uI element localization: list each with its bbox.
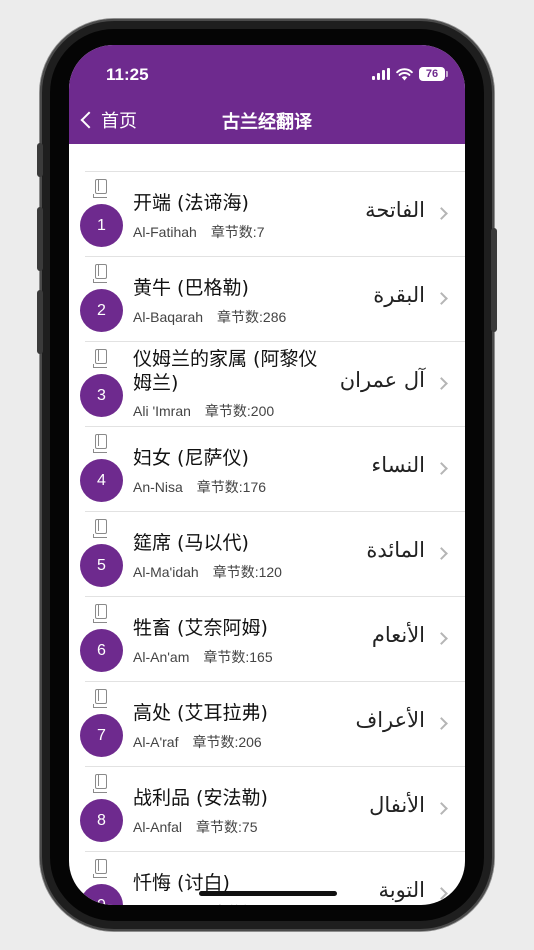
book-icon — [93, 264, 107, 283]
surah-latin-name: An-Nisa — [133, 479, 183, 495]
surah-number: 7 — [80, 714, 123, 757]
book-icon — [93, 689, 107, 708]
battery-icon: 76 — [419, 67, 448, 81]
surah-list[interactable]: 1 开端 (法谛海) Al-Fatihah 章节数:7 الفاتحة 2 黄牛 (巴格勒)… — [69, 144, 465, 905]
chevron-right-icon — [435, 207, 448, 220]
action-button — [37, 143, 43, 177]
surah-arabic-name: الأعراف — [355, 708, 425, 732]
chevron-right-icon — [435, 717, 448, 730]
surah-number: 1 — [80, 204, 123, 247]
volume-up-button — [37, 207, 43, 271]
power-button — [491, 228, 497, 332]
chevron-right-icon — [435, 462, 448, 475]
surah-subtitle: At-Tawbah 章节数:129 — [133, 902, 282, 905]
surah-number: 8 — [80, 799, 123, 842]
surah-subtitle: Al-An'am 章节数:165 — [133, 647, 273, 667]
surah-latin-name: Al-Ma'idah — [133, 564, 199, 580]
book-icon — [93, 179, 107, 198]
surah-title: 筵席 (马以代) — [133, 532, 249, 554]
surah-row[interactable]: 7 高处 (艾耳拉弗) Al-A'raf 章节数:206 الأعراف — [80, 682, 465, 767]
surah-arabic-name: الأنفال — [369, 793, 425, 817]
book-icon — [93, 774, 107, 793]
screen: 11:25 76 首页 古兰经翻译 1 开端 (法谛海) Al-Fatihah 章节数… — [69, 45, 465, 905]
surah-arabic-name: النساء — [371, 453, 425, 477]
chevron-right-icon — [435, 887, 448, 900]
surah-subtitle: Al-Fatihah 章节数:7 — [133, 222, 265, 242]
surah-row[interactable]: 8 战利品 (安法勒) Al-Anfal 章节数:75 الأنفال — [80, 767, 465, 852]
cellular-signal-icon — [372, 68, 390, 80]
surah-number: 4 — [80, 459, 123, 502]
surah-verse-count: 章节数:120 — [212, 564, 282, 580]
book-icon — [93, 519, 107, 538]
surah-row[interactable]: 1 开端 (法谛海) Al-Fatihah 章节数:7 الفاتحة — [80, 172, 465, 257]
surah-arabic-name: البقرة — [373, 283, 425, 307]
surah-latin-name: Ali 'Imran — [133, 403, 191, 419]
chevron-right-icon — [435, 292, 448, 305]
surah-verse-count: 章节数:286 — [217, 309, 287, 325]
surah-latin-name: Al-Fatihah — [133, 224, 197, 240]
surah-row[interactable]: 9忏悔 (讨白)At-Tawbah章节数:129التوبة — [80, 852, 465, 905]
nav-bar: 11:25 76 首页 古兰经翻译 — [69, 45, 465, 144]
surah-subtitle: Ali 'Imran 章节数:200 — [133, 401, 274, 421]
surah-title: 黄牛 (巴格勒) — [133, 277, 249, 299]
surah-arabic-name: الفاتحة — [365, 198, 425, 222]
surah-title: 仪姆兰的家属 (阿黎仪姆兰) — [133, 348, 318, 394]
surah-verse-count: 章节数:206 — [192, 734, 262, 750]
surah-latin-name: Al-Baqarah — [133, 309, 204, 325]
chevron-right-icon — [435, 632, 448, 645]
status-time: 11:25 — [106, 65, 149, 84]
surah-row[interactable]: 3 仪姆兰的家属 (阿黎仪姆兰) Ali 'Imran 章节数:200 آل عمران — [80, 342, 465, 427]
surah-arabic-name: آل عمران — [339, 368, 425, 392]
list-header-spacer — [85, 144, 465, 172]
surah-title: 牲畜 (艾奈阿姆) — [133, 617, 268, 639]
book-icon — [93, 859, 107, 878]
chevron-right-icon — [435, 802, 448, 815]
chevron-right-icon — [435, 547, 448, 560]
surah-latin-name: Al-An'am — [133, 649, 190, 665]
surah-latin-name: Al-A'raf — [133, 734, 179, 750]
surah-number: 5 — [80, 544, 123, 587]
surah-number: 6 — [80, 629, 123, 672]
surah-verse-count: 章节数:129 — [213, 904, 282, 905]
surah-latin-name: At-Tawbah — [133, 904, 199, 905]
chevron-right-icon — [435, 377, 448, 390]
surah-subtitle: Al-A'raf 章节数:206 — [133, 732, 262, 752]
surah-subtitle: An-Nisa 章节数:176 — [133, 477, 266, 497]
page-title: 古兰经翻译 — [222, 112, 312, 133]
surah-row[interactable]: 4 妇女 (尼萨仪) An-Nisa 章节数:176 النساء — [80, 427, 465, 512]
surah-row[interactable]: 6 牲畜 (艾奈阿姆) Al-An'am 章节数:165 الأنعام — [80, 597, 465, 682]
surah-subtitle: Al-Ma'idah 章节数:120 — [133, 562, 282, 582]
surah-arabic-name: المائدة — [366, 538, 425, 562]
surah-latin-name: Al-Anfal — [133, 819, 183, 835]
surah-row[interactable]: 5 筵席 (马以代) Al-Ma'idah 章节数:120 المائدة — [80, 512, 465, 597]
surah-title: 战利品 (安法勒) — [133, 787, 268, 809]
surah-verse-count: 章节数:200 — [204, 403, 275, 419]
surah-verse-count: 章节数:176 — [196, 479, 267, 495]
surah-number: 9 — [80, 884, 123, 905]
surah-verse-count: 章节数:75 — [196, 819, 258, 835]
surah-arabic-name: التوبة — [378, 878, 425, 902]
surah-row[interactable]: 2 黄牛 (巴格勒) Al-Baqarah 章节数:286 البقرة — [80, 257, 465, 342]
surah-verse-count: 章节数:165 — [203, 649, 273, 665]
surah-arabic-name: الأنعام — [371, 623, 425, 647]
status-icons: 76 — [372, 66, 448, 82]
book-icon — [93, 349, 107, 368]
surah-subtitle: Al-Anfal 章节数:75 — [133, 817, 258, 837]
volume-down-button — [37, 290, 43, 354]
home-indicator[interactable] — [199, 891, 337, 896]
book-icon — [93, 604, 107, 623]
surah-title: 妇女 (尼萨仪) — [133, 447, 249, 469]
surah-subtitle: Al-Baqarah 章节数:286 — [133, 307, 286, 327]
wifi-icon — [396, 67, 413, 80]
book-icon — [93, 434, 107, 453]
surah-number: 2 — [80, 289, 123, 332]
surah-number: 3 — [80, 374, 123, 417]
surah-title: 高处 (艾耳拉弗) — [133, 702, 268, 724]
surah-title: 开端 (法谛海) — [133, 192, 249, 214]
surah-verse-count: 章节数:7 — [210, 224, 265, 240]
